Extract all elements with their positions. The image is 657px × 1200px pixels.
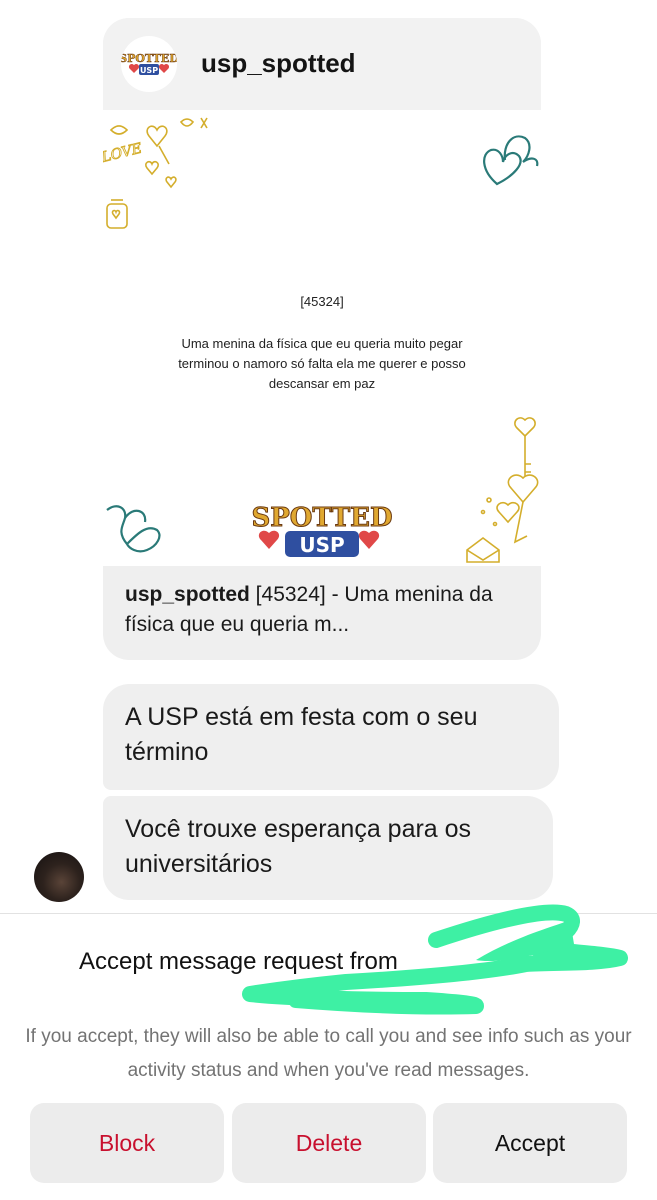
logo-small-usp: USP xyxy=(140,66,158,75)
post-body-text: Uma menina da física que eu queria muito… xyxy=(178,336,466,391)
request-info: If you accept, they will also be able to… xyxy=(25,1026,632,1081)
love-doodle-text: LOVE xyxy=(103,140,144,166)
delete-button[interactable]: Delete xyxy=(232,1103,426,1183)
redaction-scribble xyxy=(242,904,628,1015)
sender-avatar[interactable] xyxy=(34,852,84,902)
logo-usp: USP xyxy=(299,533,344,557)
message-bubble[interactable]: A USP está em festa com o seu término xyxy=(103,684,559,790)
post-avatar[interactable]: SPOTTED USP xyxy=(121,36,177,92)
accept-button[interactable]: Accept xyxy=(433,1103,627,1183)
post-id-text: [45324] xyxy=(300,294,344,309)
block-button[interactable]: Block xyxy=(30,1103,224,1183)
logo-spotted: SPOTTED xyxy=(251,503,392,533)
spotted-logo-small-icon: SPOTTED USP xyxy=(121,52,177,75)
teal-hearts-icon xyxy=(483,135,539,186)
love-doodles-icon: LOVE xyxy=(103,117,208,229)
post-caption-user: usp_spotted xyxy=(125,583,250,606)
shared-post-card[interactable]: SPOTTED USP usp_spotted LOVE [45324] Uma… xyxy=(103,18,541,660)
post-image[interactable]: LOVE [45324] Uma menina da física que eu… xyxy=(103,110,541,566)
teal-hearts-bottom-icon xyxy=(106,505,161,553)
spotted-usp-logo-icon: SPOTTED USP xyxy=(251,503,393,557)
logo-small-spotted: SPOTTED xyxy=(121,52,177,65)
post-username[interactable]: usp_spotted xyxy=(201,48,356,79)
post-caption[interactable]: usp_spotted [45324] - Uma menina da físi… xyxy=(125,580,525,640)
message-bubble[interactable]: Você trouxe esperança para os universitá… xyxy=(103,796,553,900)
gold-key-hearts-icon xyxy=(466,417,539,563)
post-header[interactable]: SPOTTED USP usp_spotted xyxy=(103,18,541,110)
